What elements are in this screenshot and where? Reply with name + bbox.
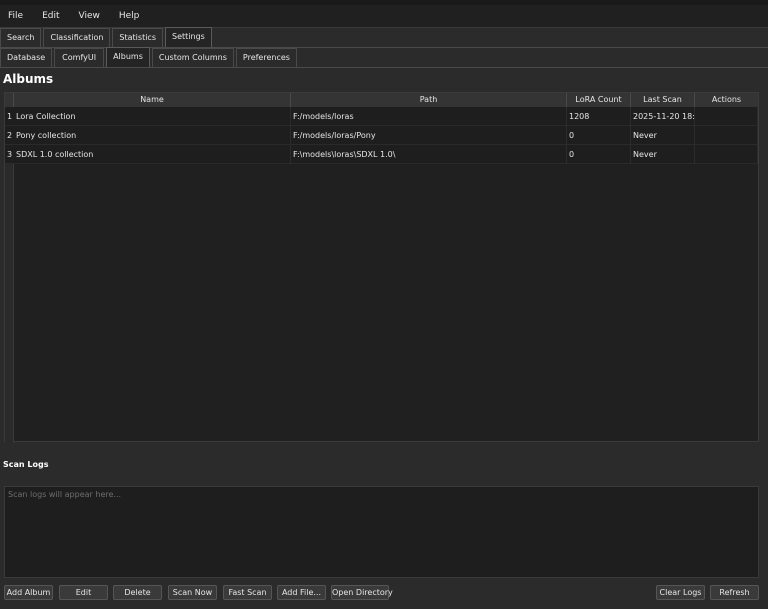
tab-database[interactable]: Database <box>0 48 53 67</box>
row-number: 1 <box>6 112 13 121</box>
cell-name[interactable]: Pony collection <box>14 126 291 145</box>
cell-actions[interactable] <box>695 107 758 126</box>
refresh-button[interactable]: Refresh <box>710 585 759 600</box>
menu-file[interactable]: File <box>0 11 31 21</box>
cell-path[interactable]: F:/models/loras/Pony <box>291 126 567 145</box>
tab-search[interactable]: Search <box>0 28 42 47</box>
menu-view[interactable]: View <box>71 11 108 21</box>
tab-classification[interactable]: Classification <box>43 28 111 47</box>
header-lora-count[interactable]: LoRA Count <box>567 93 631 107</box>
cell-name[interactable]: Lora Collection <box>14 107 291 126</box>
tab-statistics[interactable]: Statistics <box>112 28 163 47</box>
scan-now-button[interactable]: Scan Now <box>168 585 217 600</box>
albums-heading: Albums <box>3 72 54 86</box>
table-row[interactable]: 3 SDXL 1.0 collection F:\models\loras\SD… <box>5 145 758 164</box>
cell-last-scan[interactable]: Never <box>631 126 695 145</box>
fast-scan-button[interactable]: Fast Scan <box>223 585 272 600</box>
header-path[interactable]: Path <box>291 93 567 107</box>
row-number: 3 <box>6 150 13 159</box>
tab-settings[interactable]: Settings <box>165 27 212 47</box>
table-row[interactable]: 2 Pony collection F:/models/loras/Pony 0… <box>5 126 758 145</box>
cell-path[interactable]: F:/models/loras <box>291 107 567 126</box>
header-corner <box>5 93 14 107</box>
menu-bar: File Edit View Help <box>0 5 768 28</box>
scan-logs-textarea[interactable] <box>5 487 758 577</box>
add-album-button[interactable]: Add Album <box>4 585 53 600</box>
cell-actions[interactable] <box>695 145 758 164</box>
clear-logs-button[interactable]: Clear Logs <box>656 585 705 600</box>
cell-lora-count[interactable]: 0 <box>567 145 631 164</box>
tab-comfyui[interactable]: ComfyUI <box>54 48 105 67</box>
cell-lora-count[interactable]: 0 <box>567 126 631 145</box>
cell-lora-count[interactable]: 1208 <box>567 107 631 126</box>
menu-edit[interactable]: Edit <box>34 11 67 21</box>
cell-actions[interactable] <box>695 126 758 145</box>
edit-button[interactable]: Edit <box>59 585 108 600</box>
action-bar: Add Album Edit Delete Scan Now Fast Scan… <box>0 582 768 609</box>
header-name[interactable]: Name <box>14 93 291 107</box>
delete-button[interactable]: Delete <box>113 585 162 600</box>
albums-table: Name Path LoRA Count Last Scan Actions 1… <box>4 92 759 443</box>
header-last-scan[interactable]: Last Scan <box>631 93 695 107</box>
cell-last-scan[interactable]: Never <box>631 145 695 164</box>
menu-help[interactable]: Help <box>111 11 148 21</box>
scan-logs-heading: Scan Logs <box>3 460 49 469</box>
cell-name[interactable]: SDXL 1.0 collection <box>14 145 291 164</box>
cell-last-scan[interactable]: 2025-11-20 18:12 <box>631 107 695 126</box>
settings-sub-tab-bar: Database ComfyUI Albums Custom Columns P… <box>0 47 768 68</box>
header-actions[interactable]: Actions <box>695 93 758 107</box>
cell-path[interactable]: F:\models\loras\SDXL 1.0\ <box>291 145 567 164</box>
scan-logs-box <box>4 486 759 578</box>
tab-albums[interactable]: Albums <box>106 47 150 67</box>
open-directory-button[interactable]: Open Directory <box>331 585 393 600</box>
row-number: 2 <box>6 131 13 140</box>
table-row[interactable]: 1 Lora Collection F:/models/loras 1208 2… <box>5 107 758 126</box>
tab-custom-columns[interactable]: Custom Columns <box>151 48 234 67</box>
main-tab-bar: Search Classification Statistics Setting… <box>0 27 768 48</box>
tab-preferences[interactable]: Preferences <box>235 48 297 67</box>
table-header: Name Path LoRA Count Last Scan Actions <box>5 93 758 107</box>
add-file-button[interactable]: Add File... <box>277 585 326 600</box>
